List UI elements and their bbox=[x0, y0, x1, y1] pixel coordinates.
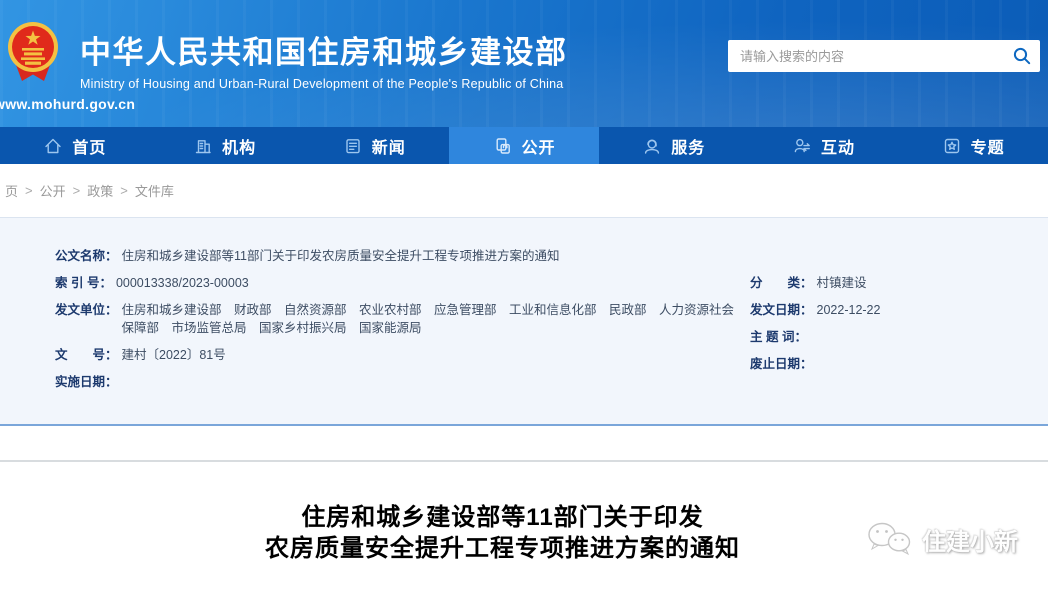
meta-value: 建村〔2022〕81号 bbox=[122, 346, 226, 364]
document-title-line1: 住房和城乡建设部等11部门关于印发 bbox=[0, 502, 1005, 533]
meta-row-document-number: 文 号： 建村〔2022〕81号 bbox=[55, 341, 750, 368]
service-icon bbox=[642, 136, 662, 156]
meta-row-repeal-date: 废止日期： bbox=[750, 350, 1048, 377]
metadata-right-column: 分 类： 村镇建设 发文日期： 2022-12-22 主 题 词： 废止日期： bbox=[750, 242, 1048, 395]
meta-row-subject-words: 主 题 词： bbox=[750, 323, 1048, 350]
nav-item-organization[interactable]: 机构 bbox=[150, 127, 300, 164]
main-nav: 首页 机构 新闻 公开 服务 bbox=[0, 127, 1048, 164]
meta-label: 主 题 词： bbox=[750, 328, 807, 346]
nav-item-topics[interactable]: 专题 bbox=[898, 127, 1048, 164]
breadcrumb-item-home[interactable]: 页 bbox=[5, 181, 18, 200]
meta-row-issue-date: 发文日期： 2022-12-22 bbox=[750, 296, 1048, 323]
meta-label: 文 号： bbox=[55, 346, 118, 364]
document-title-line2: 农房质量安全提升工程专项推进方案的通知 bbox=[0, 533, 1005, 564]
breadcrumb-item-policy[interactable]: 政策 bbox=[87, 181, 113, 200]
breadcrumb: 页 > 公开 > 政策 > 文件库 bbox=[0, 164, 1048, 218]
meta-label: 索 引 号： bbox=[55, 274, 112, 292]
disclosure-icon bbox=[493, 136, 513, 156]
nav-label: 新闻 bbox=[372, 134, 406, 158]
metadata-left-column: 公文名称： 住房和城乡建设部等11部门关于印发农房质量安全提升工程专项推进方案的… bbox=[55, 242, 750, 395]
news-icon bbox=[343, 136, 363, 156]
nav-label: 机构 bbox=[222, 134, 256, 158]
meta-label: 废止日期： bbox=[750, 355, 813, 373]
document-metadata-box: 公文名称： 住房和城乡建设部等11部门关于印发农房质量安全提升工程专项推进方案的… bbox=[0, 218, 1048, 426]
nav-label: 公开 bbox=[522, 134, 556, 158]
meta-label: 分 类： bbox=[750, 274, 813, 292]
nav-label: 首页 bbox=[72, 134, 106, 158]
nav-item-news[interactable]: 新闻 bbox=[299, 127, 449, 164]
nav-item-service[interactable]: 服务 bbox=[599, 127, 749, 164]
site-search bbox=[728, 40, 1040, 72]
home-icon bbox=[43, 136, 63, 156]
site-url: www.mohurd.gov.cn bbox=[0, 96, 135, 112]
watermark: 住建小新 bbox=[866, 521, 1018, 557]
breadcrumb-separator: > bbox=[120, 183, 128, 198]
meta-value: 住房和城乡建设部 财政部 自然资源部 农业农村部 应急管理部 工业和信息化部 民… bbox=[122, 301, 744, 337]
search-icon bbox=[1012, 46, 1032, 66]
nav-item-home[interactable]: 首页 bbox=[0, 127, 150, 164]
meta-value: 000013338/2023-00003 bbox=[116, 274, 249, 292]
breadcrumb-separator: > bbox=[25, 183, 33, 198]
meta-label: 实施日期： bbox=[55, 373, 118, 391]
breadcrumb-item-disclosure[interactable]: 公开 bbox=[40, 181, 66, 200]
watermark-label: 住建小新 bbox=[922, 522, 1018, 557]
meta-row-category: 分 类： 村镇建设 bbox=[750, 269, 1048, 296]
page: www.mohurd.gov.cn 中华人民共和国住房和城乡建设部 Minist… bbox=[0, 0, 1048, 589]
nav-label: 服务 bbox=[671, 134, 705, 158]
national-emblem-icon[interactable] bbox=[7, 20, 59, 91]
meta-label: 发文日期： bbox=[750, 301, 813, 319]
search-input[interactable] bbox=[728, 49, 1004, 64]
site-title-block[interactable]: 中华人民共和国住房和城乡建设部 Ministry of Housing and … bbox=[80, 36, 568, 91]
meta-value: 村镇建设 bbox=[817, 274, 867, 292]
meta-row-title: 公文名称： 住房和城乡建设部等11部门关于印发农房质量安全提升工程专项推进方案的… bbox=[55, 242, 750, 269]
nav-item-interaction[interactable]: 互动 bbox=[749, 127, 899, 164]
nav-label: 互动 bbox=[821, 134, 855, 158]
meta-label: 公文名称： bbox=[55, 247, 118, 265]
meta-row-effective-date: 实施日期： bbox=[55, 368, 750, 395]
spacer bbox=[0, 426, 1048, 460]
meta-row-issuing-units: 发文单位： 住房和城乡建设部 财政部 自然资源部 农业农村部 应急管理部 工业和… bbox=[55, 296, 750, 341]
site-title: 中华人民共和国住房和城乡建设部 bbox=[80, 36, 568, 70]
breadcrumb-separator: > bbox=[73, 183, 81, 198]
site-subtitle: Ministry of Housing and Urban-Rural Deve… bbox=[80, 77, 568, 91]
search-button[interactable] bbox=[1004, 40, 1040, 72]
meta-value: 2022-12-22 bbox=[817, 301, 881, 319]
nav-label: 专题 bbox=[971, 134, 1005, 158]
wechat-chat-icon bbox=[866, 521, 914, 557]
nav-item-disclosure[interactable]: 公开 bbox=[449, 127, 599, 164]
organization-icon bbox=[193, 136, 213, 156]
breadcrumb-item-library[interactable]: 文件库 bbox=[135, 181, 174, 200]
topics-icon bbox=[942, 136, 962, 156]
document-title: 住房和城乡建设部等11部门关于印发 农房质量安全提升工程专项推进方案的通知 bbox=[0, 462, 1005, 564]
meta-value: 住房和城乡建设部等11部门关于印发农房质量安全提升工程专项推进方案的通知 bbox=[122, 247, 560, 265]
meta-row-index-number: 索 引 号： 000013338/2023-00003 bbox=[55, 269, 750, 296]
meta-label: 发文单位： bbox=[55, 301, 118, 337]
interaction-icon bbox=[792, 136, 812, 156]
site-header: www.mohurd.gov.cn 中华人民共和国住房和城乡建设部 Minist… bbox=[0, 0, 1048, 127]
